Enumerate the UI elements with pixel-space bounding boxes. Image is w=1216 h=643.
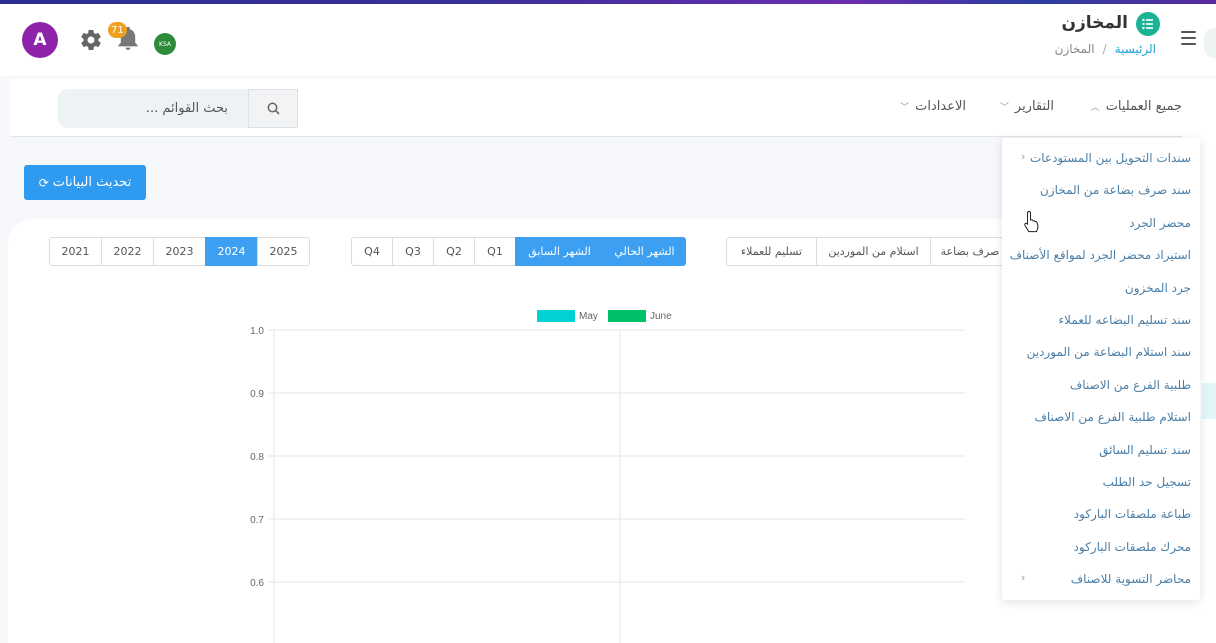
header: المخازن الرئيسية / المخازن A 71 KSA (0, 4, 1216, 76)
nav-settings-label: الاعدادات (915, 99, 966, 114)
menu-icon[interactable] (1181, 31, 1196, 45)
period-button-previous-month[interactable]: الشهر السابق (515, 237, 604, 266)
year-button-2025[interactable]: 2025 (257, 237, 310, 266)
y-tick-label: 0.6 (250, 578, 264, 589)
chart-legend: May June (537, 310, 672, 322)
search-button[interactable] (248, 89, 298, 128)
chevron-left-icon[interactable]: ‹ (1021, 571, 1025, 584)
y-tick-label: 0.7 (250, 515, 264, 526)
gear-icon[interactable] (79, 28, 103, 52)
dropdown-item[interactable]: جرد المخزون (1125, 281, 1191, 295)
period-button-q1[interactable]: Q1 (474, 237, 516, 266)
edge-pill (1204, 28, 1216, 58)
period-button-group: Q4 Q3 Q2 Q1 الشهر السابق الشهر الحالي (351, 237, 686, 266)
chevron-up-icon: ︿ (1090, 103, 1100, 113)
list-icon (1136, 12, 1160, 36)
dropdown-item[interactable]: استيراد محضر الجرد لمواقع الأصناف (1010, 248, 1191, 262)
type-button-group: تسليم للعملاء استلام من الموردين صرف بضا… (726, 237, 1010, 266)
notification-badge: 71 (108, 22, 127, 38)
legend-swatch-may (537, 310, 575, 322)
chart-grid (268, 329, 965, 643)
dropdown-item[interactable]: طباعة ملصقات الباركود (1074, 507, 1191, 521)
breadcrumb-separator: / (1102, 42, 1107, 56)
refresh-data-label: تحديث البيانات (52, 175, 132, 190)
period-button-current-month[interactable]: الشهر الحالي (603, 237, 686, 266)
all-operations-dropdown: سندات التحويل بين المستودعات سند صرف بضاع… (1002, 138, 1200, 600)
dropdown-item[interactable]: محرك ملصقات الباركود (1074, 540, 1191, 554)
y-tick-label: 0.8 (250, 452, 264, 463)
sidebar-active-marker (1202, 383, 1216, 419)
year-button-2021[interactable]: 2021 (49, 237, 102, 266)
chevron-down-icon: ﹀ (999, 103, 1009, 113)
type-button-receive-suppliers[interactable]: استلام من الموردين (816, 237, 931, 266)
year-button-group: 2021 2022 2023 2024 2025 (49, 237, 310, 266)
year-button-2023[interactable]: 2023 (153, 237, 206, 266)
bar-chart: May June 1.0 0.9 0.8 0.7 0.6 (250, 310, 965, 643)
dropdown-item[interactable]: طلبية الفرع من الاصناف (1070, 378, 1191, 392)
dropdown-item[interactable]: محضر الجرد (1129, 216, 1191, 230)
search-icon (267, 102, 280, 115)
legend-swatch-june (608, 310, 646, 322)
refresh-data-button[interactable]: تحديث البيانات ⟳ (24, 165, 146, 200)
period-button-q4[interactable]: Q4 (351, 237, 393, 266)
search-box (58, 89, 298, 128)
avatar[interactable]: A (22, 22, 58, 58)
legend-label-may: May (579, 311, 598, 322)
page-title: المخازن (1061, 13, 1128, 33)
dropdown-item[interactable]: استلام طلبية الفرع من الاصناف (1034, 410, 1191, 424)
nav-reports[interactable]: التقارير ﹀ (1000, 99, 1054, 114)
y-axis-ticks: 1.0 0.9 0.8 0.7 0.6 (250, 326, 264, 589)
nav-settings[interactable]: الاعدادات ﹀ (900, 99, 966, 114)
nav-all-operations[interactable]: جميع العمليات ︿ (1091, 99, 1182, 114)
year-button-2022[interactable]: 2022 (101, 237, 154, 266)
navbar: جميع العمليات ︿ التقارير ﹀ الاعدادات ﹀ (10, 79, 1182, 137)
nav-reports-label: التقارير (1014, 99, 1054, 114)
chevron-down-icon: ﹀ (900, 103, 910, 113)
year-button-2024[interactable]: 2024 (205, 237, 258, 266)
dropdown-item[interactable]: سند تسليم السائق (1099, 443, 1191, 457)
saudi-flag-icon[interactable]: KSA (154, 33, 176, 55)
dropdown-item[interactable]: سند استلام البضاعة من الموردين (1027, 345, 1191, 359)
dropdown-item[interactable]: محاضر التسوية للاصناف (1071, 572, 1191, 586)
breadcrumb: الرئيسية / المخازن (1055, 42, 1156, 56)
period-button-q3[interactable]: Q3 (392, 237, 434, 266)
y-tick-label: 0.9 (250, 389, 264, 400)
refresh-icon: ⟳ (38, 175, 49, 190)
period-button-q2[interactable]: Q2 (433, 237, 475, 266)
breadcrumb-current: المخازن (1054, 42, 1095, 56)
nav-all-operations-label: جميع العمليات (1105, 99, 1182, 114)
dropdown-item[interactable]: سند صرف بضاعة من المخازن (1040, 183, 1191, 197)
dropdown-item[interactable]: تسجيل حد الطلب (1103, 475, 1191, 489)
hand-cursor-icon (1024, 210, 1039, 233)
search-input[interactable] (58, 89, 248, 128)
dropdown-item[interactable]: سند تسليم البضاعه للعملاء (1059, 313, 1191, 327)
chevron-left-icon[interactable]: ‹ (1021, 150, 1025, 163)
y-tick-label: 1.0 (250, 326, 264, 337)
type-button-deliver-customers[interactable]: تسليم للعملاء (726, 237, 817, 266)
legend-label-june: June (650, 311, 672, 322)
dropdown-item[interactable]: سندات التحويل بين المستودعات (1030, 151, 1191, 165)
type-button-issue-goods[interactable]: صرف بضاعة (930, 237, 1010, 266)
breadcrumb-home[interactable]: الرئيسية (1115, 42, 1156, 56)
